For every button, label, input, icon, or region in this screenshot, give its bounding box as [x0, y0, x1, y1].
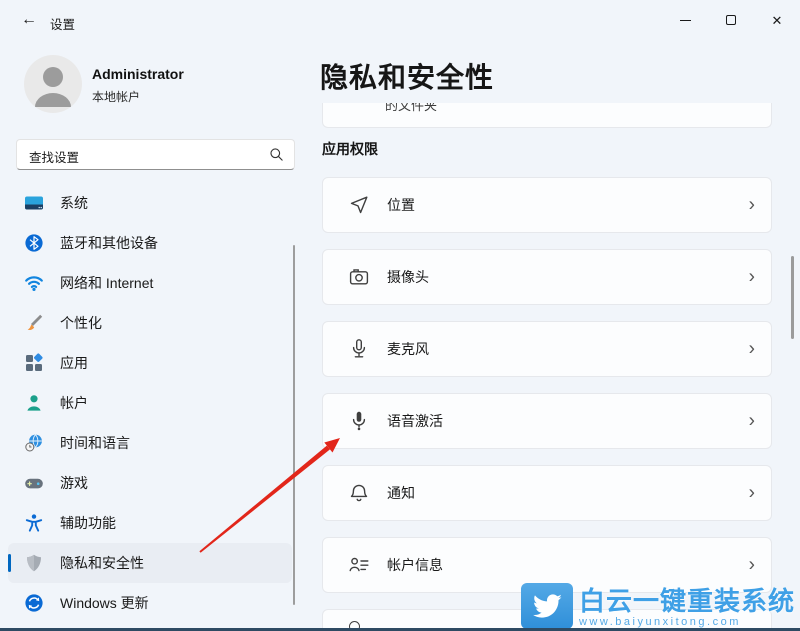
personalization-icon — [24, 313, 44, 333]
sidebar-item-system[interactable]: 系统 — [8, 183, 292, 223]
sidebar-item-privacy-security[interactable]: 隐私和安全性 — [8, 543, 292, 583]
settings-window: ← 设置 ✕ Administrator 本地帐户 查找设置 系统 — [0, 0, 800, 631]
watermark: 白云一键重装系统 www.baiyunxitong.com — [521, 583, 795, 629]
minimize-icon — [680, 20, 691, 21]
clipped-setting-row[interactable]: 的文件夹 — [322, 103, 772, 128]
permission-row-microphone[interactable]: 麦克风 › — [322, 321, 772, 377]
profile-account-type: 本地帐户 — [92, 88, 140, 105]
chevron-right-icon: › — [749, 196, 755, 215]
permission-label: 通知 — [387, 483, 415, 503]
notifications-icon — [347, 481, 371, 505]
permission-label: 帐户信息 — [387, 555, 443, 575]
app-title: 设置 — [50, 14, 75, 33]
section-header-app-permissions: 应用权限 — [322, 139, 378, 159]
close-icon: ✕ — [772, 14, 783, 27]
apps-icon — [24, 353, 44, 373]
sidebar-item-apps[interactable]: 应用 — [8, 343, 292, 383]
sidebar-item-gaming[interactable]: 游戏 — [8, 463, 292, 503]
permission-row-notifications[interactable]: 通知 › — [322, 465, 772, 521]
window-controls: ✕ — [662, 0, 800, 40]
permission-label: 摄像头 — [387, 267, 429, 287]
permission-label: 语音激活 — [387, 411, 443, 431]
back-arrow-icon: ← — [21, 11, 37, 29]
profile-name: Administrator — [92, 66, 184, 82]
voice-activation-icon — [347, 409, 371, 433]
person-icon — [24, 55, 82, 113]
chevron-right-icon: › — [749, 268, 755, 287]
accessibility-icon — [24, 513, 44, 533]
sidebar-item-label: 蓝牙和其他设备 — [60, 233, 158, 253]
sidebar-scrollbar[interactable] — [293, 245, 295, 605]
titlebar: ← 设置 ✕ — [0, 0, 800, 42]
privacy-security-icon — [24, 553, 44, 573]
chevron-right-icon: › — [749, 484, 755, 503]
system-icon — [24, 193, 44, 213]
sidebar-item-label: 个性化 — [60, 313, 102, 333]
sidebar-item-label: Windows 更新 — [60, 593, 149, 613]
sidebar-item-label: 辅助功能 — [60, 513, 116, 533]
search-input[interactable]: 查找设置 — [16, 139, 295, 170]
sidebar-item-label: 应用 — [60, 353, 88, 373]
partial-icon — [349, 621, 360, 628]
clipped-setting-label: 的文件夹 — [385, 103, 437, 114]
account-info-icon — [347, 553, 371, 577]
time-language-icon — [24, 433, 44, 453]
sidebar-item-bluetooth[interactable]: 蓝牙和其他设备 — [8, 223, 292, 263]
accounts-icon — [24, 393, 44, 413]
sidebar-item-network[interactable]: 网络和 Internet — [8, 263, 292, 303]
location-icon — [347, 193, 371, 217]
gaming-icon — [24, 473, 44, 493]
watermark-texts: 白云一键重装系统 www.baiyunxitong.com — [579, 583, 795, 629]
watermark-bird-icon — [521, 583, 573, 629]
watermark-title: 白云一键重装系统 — [579, 587, 795, 616]
sidebar-item-accessibility[interactable]: 辅助功能 — [8, 503, 292, 543]
windows-update-icon — [24, 593, 44, 613]
minimize-button[interactable] — [662, 0, 708, 40]
chevron-right-icon: › — [749, 556, 755, 575]
sidebar-item-time-language[interactable]: 时间和语言 — [8, 423, 292, 463]
sidebar-item-label: 网络和 Internet — [60, 273, 153, 293]
network-icon — [24, 273, 44, 293]
search-placeholder: 查找设置 — [29, 147, 79, 166]
search-icon — [269, 147, 284, 162]
sidebar-item-label: 游戏 — [60, 473, 88, 493]
permission-label: 麦克风 — [387, 339, 429, 359]
back-button[interactable]: ← — [14, 6, 44, 34]
bluetooth-icon — [24, 233, 44, 253]
sidebar-item-label: 帐户 — [60, 393, 88, 413]
microphone-icon — [347, 337, 371, 361]
sidebar-item-label: 隐私和安全性 — [60, 553, 144, 573]
permission-row-location[interactable]: 位置 › — [322, 177, 772, 233]
sidebar-item-label: 系统 — [60, 193, 88, 213]
sidebar-item-label: 时间和语言 — [60, 433, 130, 453]
maximize-button[interactable] — [708, 0, 754, 40]
close-button[interactable]: ✕ — [754, 0, 800, 40]
permission-row-camera[interactable]: 摄像头 › — [322, 249, 772, 305]
chevron-right-icon: › — [749, 340, 755, 359]
chevron-right-icon: › — [749, 412, 755, 431]
page-title: 隐私和安全性 — [320, 56, 494, 96]
permission-label: 位置 — [387, 195, 415, 215]
permission-row-voice-activation[interactable]: 语音激活 › — [322, 393, 772, 449]
selected-indicator — [8, 554, 11, 572]
sidebar-item-accounts[interactable]: 帐户 — [8, 383, 292, 423]
sidebar-nav: 系统 蓝牙和其他设备 网络和 Internet 个性化 应用 — [8, 183, 292, 623]
camera-icon — [347, 265, 371, 289]
maximize-icon — [726, 15, 736, 25]
main-scrollbar[interactable] — [791, 256, 794, 339]
avatar[interactable] — [24, 55, 82, 113]
sidebar-item-windows-update[interactable]: Windows 更新 — [8, 583, 292, 623]
sidebar-item-personalization[interactable]: 个性化 — [8, 303, 292, 343]
